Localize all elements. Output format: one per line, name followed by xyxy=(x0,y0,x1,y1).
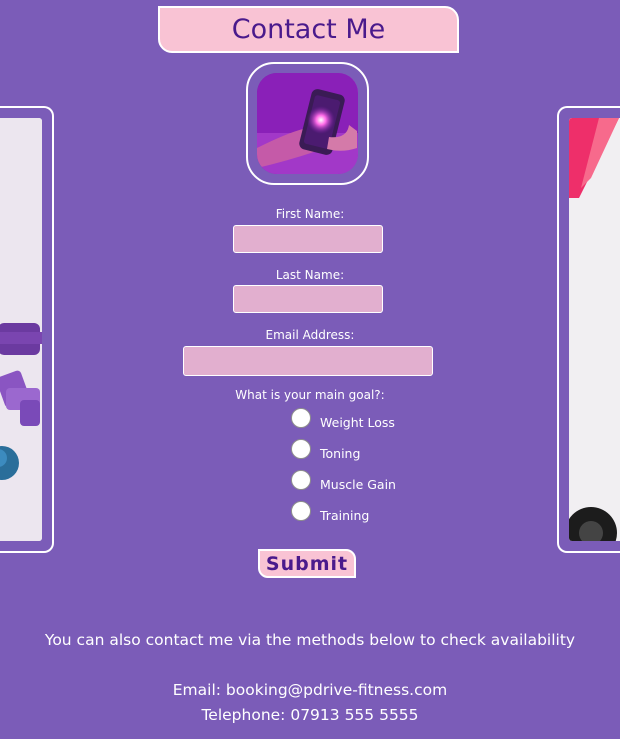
phone-app-image xyxy=(257,73,358,174)
first-name-input[interactable] xyxy=(233,225,383,253)
goal-option-toning[interactable]: Toning xyxy=(291,437,360,461)
radio-button[interactable] xyxy=(291,501,311,521)
radio-button[interactable] xyxy=(291,470,311,490)
profile-image-frame xyxy=(246,62,369,185)
contact-intro-text: You can also contact me via the methods … xyxy=(44,631,576,649)
email-input[interactable] xyxy=(183,346,433,376)
last-name-label: Last Name: xyxy=(275,268,345,282)
goal-option-training[interactable]: Training xyxy=(291,499,369,523)
radio-button[interactable] xyxy=(291,408,311,428)
page-title: Contact Me xyxy=(231,14,386,45)
radio-button[interactable] xyxy=(291,439,311,459)
first-name-label: First Name: xyxy=(275,207,345,221)
goal-option-weight-loss[interactable]: Weight Loss xyxy=(291,406,395,430)
contact-phone-text: Telephone: 07913 555 5555 xyxy=(201,706,419,724)
submit-button[interactable]: Submit xyxy=(258,549,356,578)
goal-option-label: Training xyxy=(320,507,370,523)
goal-option-label: Toning xyxy=(320,445,361,461)
goal-question-label: What is your main goal?: xyxy=(235,388,385,402)
email-label: Email Address: xyxy=(265,328,355,342)
phone-illustration xyxy=(257,73,358,174)
last-name-input[interactable] xyxy=(233,285,383,313)
contact-email-text: Email: booking@pdrive-fitness.com xyxy=(172,681,448,699)
page-title-box: Contact Me xyxy=(158,6,459,53)
goal-option-label: Weight Loss xyxy=(320,414,395,430)
goal-option-label: Muscle Gain xyxy=(320,476,396,492)
goal-option-muscle-gain[interactable]: Muscle Gain xyxy=(291,468,396,492)
